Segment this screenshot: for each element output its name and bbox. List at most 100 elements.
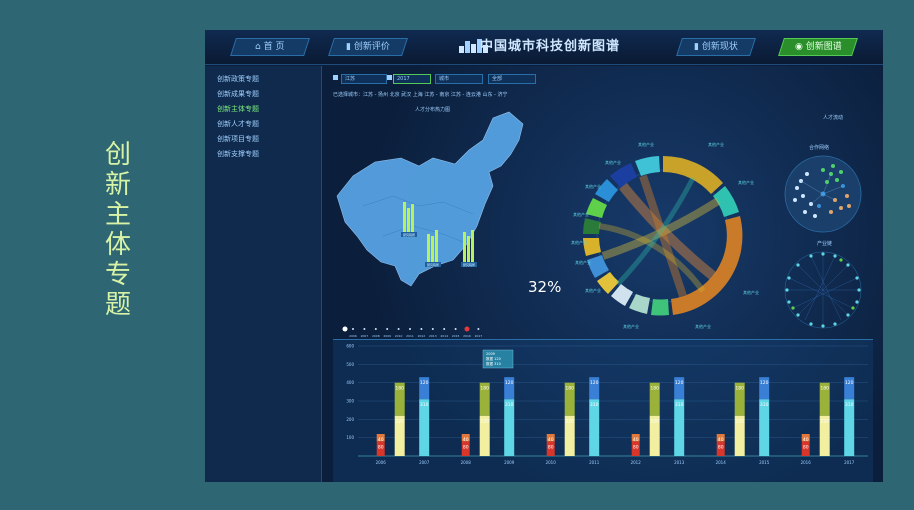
svg-text:其他产业: 其他产业 [585, 183, 601, 189]
timeline-year: 2006 [349, 334, 357, 338]
x-tick-label: 2007 [419, 460, 430, 465]
sidebar-item-support[interactable]: 创新支撑专题 [217, 149, 259, 159]
sidebar-item-projects[interactable]: 创新项目专题 [217, 134, 259, 144]
sidebar-item-entities[interactable]: 创新主体专题 [217, 104, 259, 114]
nav-map-button[interactable]: ◉ 创新图谱 [778, 38, 858, 56]
tooltip-line: 数据 120 [486, 356, 501, 361]
bar-value-label: 40 [463, 437, 469, 443]
timeline-dot[interactable] [352, 328, 354, 330]
network-graph-2 [784, 251, 862, 329]
slide-title-char: 体 [104, 230, 131, 260]
top-bar: ⌂ 首 页 ▮ 创新评价 中国城市科技创新图谱 ▮ 创新现状 ◉ 创新图谱 [205, 30, 883, 65]
slide-title-char: 专 [104, 260, 131, 290]
timeline-dot[interactable] [363, 328, 366, 330]
svg-text:其他产业: 其他产业 [638, 141, 654, 147]
bar-value-label: 40 [378, 437, 384, 443]
tooltip-line: 数据 310 [486, 361, 501, 366]
timeline-year: 2014 [440, 334, 448, 338]
x-tick-label: 2009 [504, 460, 515, 465]
timeline-dot[interactable] [420, 328, 423, 330]
timeline-play-icon[interactable] [342, 326, 348, 332]
sidebar-item-results[interactable]: 创新成果专题 [217, 89, 259, 99]
x-tick-label: 2010 [546, 460, 557, 465]
x-tick-label: 2017 [844, 460, 855, 465]
svg-text:其他产业: 其他产业 [571, 239, 587, 245]
timeline-year: 2010 [395, 334, 403, 338]
x-tick-label: 2011 [589, 460, 600, 465]
bar-value-label: 40 [803, 437, 809, 443]
bar-value-label: 80 [633, 444, 639, 450]
svg-text:研究院所: 研究院所 [463, 262, 475, 267]
nav-status-button[interactable]: ▮ 创新现状 [676, 38, 756, 56]
y-tick-label: 500 [346, 362, 354, 367]
sidebar-item-talent[interactable]: 创新人才专题 [217, 119, 259, 129]
timeline-dot[interactable] [454, 328, 457, 330]
svg-text:其他产业: 其他产业 [708, 141, 724, 147]
network-graph-1 [784, 155, 862, 233]
bar-value-label: 310 [420, 402, 429, 408]
bar-value-label: 220 [480, 419, 489, 425]
x-tick-label: 2015 [759, 460, 770, 465]
sidebar-item-policy[interactable]: 创新政策专题 [217, 74, 259, 84]
x-tick-label: 2006 [376, 460, 387, 465]
timeline-dot[interactable] [397, 328, 400, 330]
bar-value-label: 310 [590, 402, 599, 408]
globe-icon: ◉ [794, 42, 803, 52]
slide-title-char: 创 [104, 140, 131, 170]
bar-value-label: 180 [650, 386, 659, 392]
bar-value-label: 80 [803, 444, 809, 450]
svg-text:其他产业: 其他产业 [738, 179, 754, 185]
bar-value-label: 180 [820, 386, 829, 392]
svg-text:其他产业: 其他产业 [605, 159, 621, 165]
svg-text:研究院所: 研究院所 [403, 232, 415, 237]
bar-value-label: 220 [820, 419, 829, 425]
bar-value-label: 120 [505, 380, 514, 386]
chart-icon: ▮ [346, 42, 352, 52]
timeline-dot[interactable] [409, 328, 411, 330]
bar-value-label: 310 [845, 402, 854, 408]
svg-text:其他产业: 其他产业 [743, 289, 759, 295]
bar-value-label: 40 [548, 437, 554, 443]
svg-text:其他产业: 其他产业 [573, 211, 589, 217]
slide-title: 创新主体专题 [96, 140, 140, 320]
bar-value-label: 120 [590, 380, 599, 386]
x-tick-label: 2013 [674, 460, 685, 465]
bar-value-label: 40 [633, 437, 639, 443]
tooltip-line: 2009 [486, 352, 495, 356]
svg-text:其他产业: 其他产业 [623, 323, 639, 329]
sidebar: 创新政策专题 创新成果专题 创新主体专题 创新人才专题 创新项目专题 创新支撑专… [205, 66, 322, 482]
timeline-year: 2008 [372, 334, 380, 338]
bar-value-label: 120 [420, 380, 429, 386]
slide-title-char: 题 [104, 290, 131, 320]
y-tick-label: 300 [346, 399, 354, 404]
home-icon: ⌂ [255, 42, 261, 52]
bar-value-label: 310 [675, 402, 684, 408]
timeline-dot[interactable] [374, 328, 377, 330]
timeline-dot[interactable] [443, 328, 446, 330]
timeline-year: 2017 [475, 334, 483, 338]
slide-title-char: 主 [104, 200, 131, 230]
timeline-year: 2011 [406, 334, 414, 338]
x-tick-label: 2016 [801, 460, 812, 465]
x-tick-label: 2012 [631, 460, 642, 465]
bar-value-label: 220 [735, 419, 744, 425]
nav-home-button[interactable]: ⌂ 首 页 [230, 38, 310, 56]
timeline-dot[interactable] [477, 328, 480, 330]
bar-value-label: 120 [845, 380, 854, 386]
timeline-year: 2015 [452, 334, 460, 338]
nav-evaluation-button[interactable]: ▮ 创新评价 [328, 38, 408, 56]
timeline-dot[interactable] [431, 328, 434, 330]
chart-tooltip: 2009数据 120数据 310 [482, 349, 514, 369]
main-panel: 江苏 2017 城市 全部 已选择城市：江苏 - 扬州 北京 武汉 上海 江苏 … [323, 66, 883, 482]
timeline-year: 2013 [429, 334, 437, 338]
timeline-dot[interactable] [386, 328, 389, 330]
bar-value-label: 180 [735, 386, 744, 392]
bar-value-label: 80 [548, 444, 554, 450]
bar-value-label: 120 [760, 380, 769, 386]
timeline-dot[interactable] [464, 326, 470, 332]
y-tick-label: 200 [346, 417, 354, 422]
timeline-year: 2012 [418, 334, 426, 338]
bar-value-label: 80 [718, 444, 724, 450]
dashboard-screen: ⌂ 首 页 ▮ 创新评价 中国城市科技创新图谱 ▮ 创新现状 ◉ 创新图谱 创新… [205, 30, 883, 482]
slide-title-char: 新 [104, 170, 131, 200]
